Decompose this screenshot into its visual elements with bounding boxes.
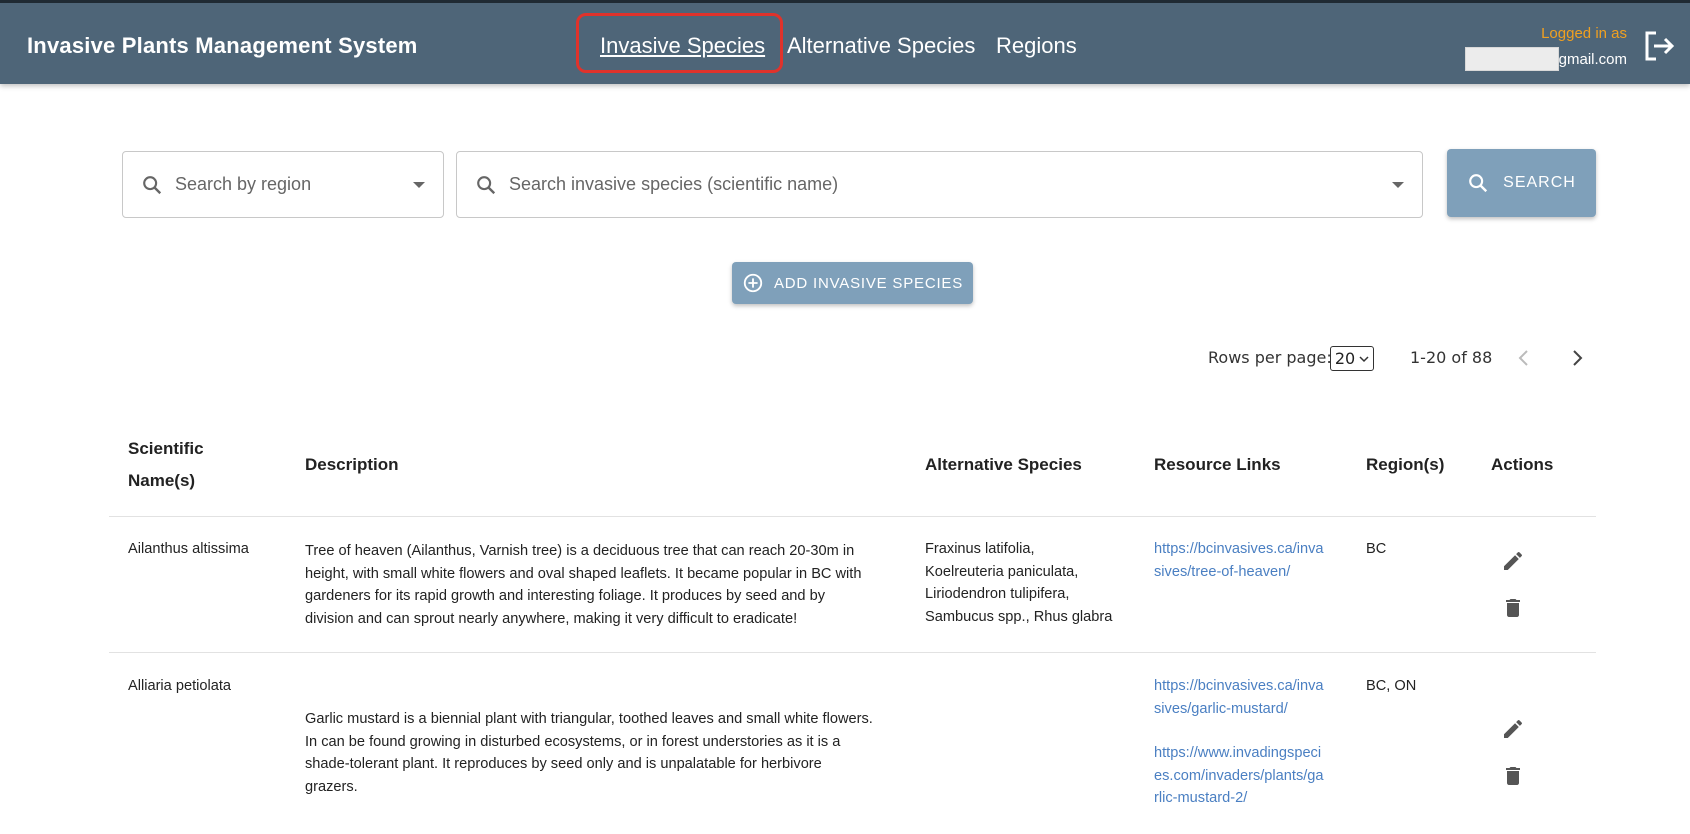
rows-per-page-label: Rows per page:	[1208, 348, 1332, 367]
col-header-scientific-names: Scientific Name(s)	[128, 433, 204, 497]
resource-link[interactable]: https://bcinvasives.ca/inva sives/tree-o…	[1154, 538, 1324, 583]
redacted-email-mask	[1464, 47, 1559, 71]
table-cell-description: Tree of heaven (Ailanthus, Varnish tree)…	[305, 540, 861, 630]
logout-icon[interactable]	[1642, 29, 1676, 63]
resource-link-line: sives/tree-of-heaven/	[1154, 563, 1291, 580]
search-icon	[143, 175, 162, 194]
col-header-scientific-line1: Scientific	[128, 439, 204, 458]
add-button-label: ADD INVASIVE SPECIES	[773, 274, 964, 292]
email-domain: gmail.com	[1558, 50, 1627, 68]
table-cell-scientific-name: Ailanthus altissima	[128, 541, 249, 557]
region-search-placeholder: Search by region	[175, 174, 312, 194]
alternative-line: Koelreuteria paniculata,	[925, 563, 1079, 580]
col-header-scientific-line2: Name(s)	[128, 471, 196, 490]
rows-per-page-value: 20	[1334, 349, 1356, 368]
app-title: Invasive Plants Management System	[27, 33, 418, 58]
search-button[interactable]: SEARCH	[1447, 149, 1596, 217]
table-cell-regions: BC	[1366, 541, 1387, 557]
rows-per-page-select[interactable]: 20	[1330, 346, 1374, 371]
description-line: grazers.	[305, 778, 358, 795]
user-email: gmail.com	[1464, 47, 1627, 71]
table-cell-scientific-name: Alliaria petiolata	[128, 678, 232, 694]
chevron-right-icon[interactable]	[1567, 348, 1587, 368]
description-line: division and can sprout nearly anywhere,…	[305, 610, 798, 627]
col-header-resource-links: Resource Links	[1154, 455, 1281, 474]
resource-link-line: rlic-mustard-2/	[1154, 790, 1248, 806]
description-line: In can be found growing in disturbed eco…	[305, 733, 841, 750]
add-invasive-species-button[interactable]: ADD INVASIVE SPECIES	[732, 262, 973, 304]
resource-link-line: es.com/invaders/plants/ga	[1154, 767, 1324, 784]
nav-regions[interactable]: Regions	[996, 33, 1077, 59]
table-cell-description: Garlic mustard is a biennial plant with …	[305, 708, 873, 798]
resource-link-line: https://bcinvasives.ca/inva	[1154, 541, 1324, 557]
edit-icon[interactable]	[1501, 717, 1525, 741]
search-button-label: SEARCH	[1503, 174, 1576, 191]
resource-link[interactable]: https://www.invadingspeci es.com/invader…	[1154, 742, 1324, 810]
top-app-bar: Invasive Plants Management System Invasi…	[0, 0, 1690, 84]
table-cell-alternative-species: Fraxinus latifolia, Koelreuteria panicul…	[925, 538, 1112, 628]
description-line: gardeners for its rapid growth and inter…	[305, 588, 826, 604]
dropdown-arrow-icon	[1392, 181, 1404, 188]
logged-in-label: Logged in as	[1541, 25, 1627, 42]
description-line: shade-tolerant plant. It reproduces by s…	[305, 756, 822, 772]
region-search-select[interactable]: Search by region	[122, 151, 444, 218]
description-line: height, with small white flowers and ova…	[305, 565, 862, 582]
add-circle-icon	[743, 273, 763, 293]
table-cell-regions: BC, ON	[1366, 678, 1417, 694]
species-search-placeholder: Search invasive species (scientific name…	[509, 174, 839, 194]
description-line: Garlic mustard is a biennial plant with …	[305, 711, 873, 727]
nav-alternative-species[interactable]: Alternative Species	[787, 33, 975, 59]
table-divider	[109, 516, 1596, 517]
col-header-alternative-species: Alternative Species	[925, 455, 1082, 474]
species-search-select[interactable]: Search invasive species (scientific name…	[456, 151, 1423, 218]
col-header-actions: Actions	[1491, 455, 1554, 474]
chevron-left-icon[interactable]	[1514, 348, 1534, 368]
dropdown-arrow-icon	[413, 181, 425, 188]
resource-link-line: https://www.invadingspeci	[1154, 745, 1322, 761]
search-icon	[1469, 174, 1488, 193]
edit-icon[interactable]	[1501, 549, 1525, 573]
alternative-line: Fraxinus latifolia,	[925, 541, 1035, 557]
table-divider	[109, 652, 1596, 653]
delete-icon[interactable]	[1501, 764, 1525, 788]
resource-link-line: sives/garlic-mustard/	[1154, 700, 1288, 717]
search-icon	[477, 175, 496, 194]
chevron-down-icon	[1359, 355, 1369, 362]
col-header-regions: Region(s)	[1366, 455, 1445, 474]
resource-link[interactable]: https://bcinvasives.ca/inva sives/garlic…	[1154, 675, 1324, 720]
alternative-line: Sambucus spp., Rhus glabra	[925, 608, 1113, 625]
nav-invasive-species[interactable]: Invasive Species	[600, 33, 765, 59]
alternative-line: Liriodendron tulipifera,	[925, 586, 1070, 602]
resource-link-line: https://bcinvasives.ca/inva	[1154, 678, 1324, 694]
pagination-range: 1-20 of 88	[1410, 348, 1493, 367]
col-header-description: Description	[305, 455, 399, 474]
description-line: Tree of heaven (Ailanthus, Varnish tree)…	[305, 543, 855, 559]
delete-icon[interactable]	[1501, 596, 1525, 620]
